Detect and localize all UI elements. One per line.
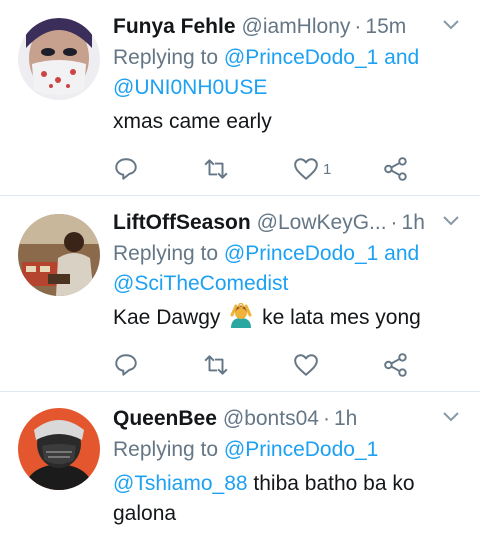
- display-name[interactable]: LiftOffSeason: [113, 208, 251, 238]
- share-icon: [384, 157, 407, 181]
- tweet-header: LiftOffSeason @LowKeyG... · 1h: [113, 208, 480, 238]
- retweet-button[interactable]: [203, 154, 293, 184]
- tweet-text-part: Kae Dawgy: [113, 306, 221, 329]
- mention-link[interactable]: @PrinceDodo_1: [224, 242, 378, 265]
- action-bar: [113, 345, 480, 385]
- like-button[interactable]: 1: [293, 154, 383, 184]
- tweet-text: xmas came early: [113, 110, 272, 133]
- separator: ·: [354, 15, 362, 38]
- reply-button[interactable]: [113, 154, 203, 184]
- tweet-text: Kae Dawgy ke lata mes yong: [113, 303, 480, 333]
- mention-link[interactable]: @PrinceDodo_1: [224, 46, 378, 69]
- tweet-1[interactable]: Funya Fehle @iamHlony · 15m Replying to …: [0, 0, 480, 196]
- like-button[interactable]: [293, 350, 383, 380]
- mention-link[interactable]: @SciTheComedist: [113, 272, 288, 295]
- reply-and[interactable]: and: [384, 242, 419, 265]
- share-icon: [384, 353, 407, 377]
- display-name[interactable]: QueenBee: [113, 404, 217, 434]
- chevron-down-icon[interactable]: [442, 214, 460, 228]
- reply-context: Replying to @PrinceDodo_1: [113, 435, 480, 465]
- heart-icon: [294, 354, 318, 376]
- reply-icon: [115, 158, 137, 180]
- reply-context: Replying to @PrinceDodo_1 and @SciTheCom…: [113, 239, 480, 299]
- timestamp[interactable]: 1h: [334, 404, 357, 434]
- retweet-icon: [204, 355, 228, 375]
- reply-prefix: Replying to: [113, 242, 219, 265]
- avatar[interactable]: [18, 18, 100, 100]
- tweet-3[interactable]: QueenBee @bonts04 · 1h Replying to @Prin…: [0, 392, 480, 551]
- person-gesturing-ok-emoji: [230, 303, 252, 328]
- reply-and[interactable]: and: [384, 46, 419, 69]
- user-handle[interactable]: @iamHlony: [242, 12, 351, 42]
- mention-link[interactable]: @Tshiamo_88: [113, 472, 248, 495]
- chevron-down-icon[interactable]: [442, 410, 460, 424]
- avatar[interactable]: [18, 408, 100, 490]
- retweet-button[interactable]: [203, 350, 293, 380]
- mention-link[interactable]: @UNI0NH0USE: [113, 76, 267, 99]
- tweet-header: QueenBee @bonts04 · 1h: [113, 404, 480, 434]
- chevron-down-icon[interactable]: [442, 18, 460, 32]
- timestamp[interactable]: 15m: [365, 12, 406, 42]
- tweet-2[interactable]: LiftOffSeason @LowKeyG... · 1h Replying …: [0, 196, 480, 392]
- share-button[interactable]: [383, 154, 473, 184]
- user-handle[interactable]: @bonts04: [223, 404, 319, 434]
- reply-button[interactable]: [113, 350, 203, 380]
- mention-link[interactable]: @PrinceDodo_1: [224, 438, 378, 461]
- tweet-text: @Tshiamo_88 thiba batho ba ko galona: [113, 469, 480, 529]
- retweet-icon: [204, 159, 228, 179]
- user-handle[interactable]: @LowKeyG...: [257, 208, 387, 238]
- tweet-header: Funya Fehle @iamHlony · 15m: [113, 12, 480, 42]
- timestamp[interactable]: 1h: [402, 208, 425, 238]
- reply-prefix: Replying to: [113, 438, 219, 461]
- action-bar: 1: [113, 149, 480, 189]
- separator: ·: [390, 211, 398, 234]
- tweet-text-part: ke lata mes yong: [262, 306, 421, 329]
- reply-prefix: Replying to: [113, 46, 219, 69]
- separator: ·: [322, 407, 330, 430]
- avatar[interactable]: [18, 214, 100, 296]
- heart-icon: [294, 158, 318, 180]
- like-count: 1: [323, 160, 332, 178]
- avatar-image: [18, 214, 100, 296]
- avatar-image: [18, 408, 100, 490]
- share-button[interactable]: [383, 350, 473, 380]
- reply-icon: [115, 354, 137, 376]
- avatar-image: [18, 18, 100, 100]
- display-name[interactable]: Funya Fehle: [113, 12, 236, 42]
- reply-context: Replying to @PrinceDodo_1 and @UNI0NH0US…: [113, 43, 480, 103]
